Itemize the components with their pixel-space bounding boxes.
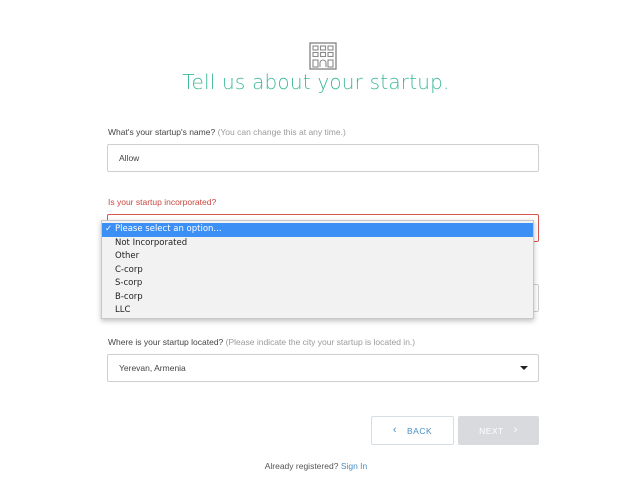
- location-label: Where is your startup located? (Please i…: [108, 337, 415, 347]
- dropdown-option[interactable]: B-corp: [102, 291, 533, 305]
- building-icon: [309, 42, 337, 70]
- next-button[interactable]: NEXT ›: [458, 416, 539, 445]
- back-button[interactable]: ‹ BACK: [371, 416, 454, 445]
- footer: Already registered? Sign In: [0, 461, 632, 471]
- location-value: Yerevan, Armenia: [119, 363, 186, 373]
- startup-name-input[interactable]: Allow: [107, 144, 539, 172]
- location-select[interactable]: Yerevan, Armenia: [107, 354, 539, 382]
- dropdown-option[interactable]: Not Incorporated: [102, 237, 533, 251]
- chevron-right-icon: ›: [513, 424, 518, 436]
- checkmark-icon: ✓: [105, 224, 113, 234]
- startup-name-label-text: What's your startup's name?: [108, 127, 216, 137]
- location-label-text: Where is your startup located?: [108, 337, 224, 347]
- dropdown-option[interactable]: ✓ Please select an option...: [102, 223, 533, 237]
- caret-down-icon: [520, 366, 528, 370]
- location-hint: (Please indicate the city your startup i…: [225, 337, 416, 347]
- dropdown-option[interactable]: C-corp: [102, 264, 533, 278]
- sign-in-link[interactable]: Sign In: [341, 461, 367, 471]
- next-button-label: NEXT: [479, 425, 504, 436]
- dropdown-option[interactable]: Other: [102, 250, 533, 264]
- dropdown-option[interactable]: S-corp: [102, 277, 533, 291]
- back-button-label: BACK: [407, 425, 433, 436]
- dropdown-option[interactable]: LLC: [102, 304, 533, 318]
- incorporated-label: Is your startup incorporated?: [108, 197, 217, 207]
- incorporated-dropdown-list: ✓ Please select an option... Not Incorpo…: [101, 220, 534, 319]
- chevron-left-icon: ‹: [392, 424, 397, 436]
- page-title: Tell us about your startup.: [182, 70, 450, 94]
- startup-name-hint: (You can change this at any time.): [217, 127, 346, 137]
- already-registered-text: Already registered?: [264, 461, 339, 471]
- startup-name-label: What's your startup's name? (You can cha…: [108, 127, 346, 137]
